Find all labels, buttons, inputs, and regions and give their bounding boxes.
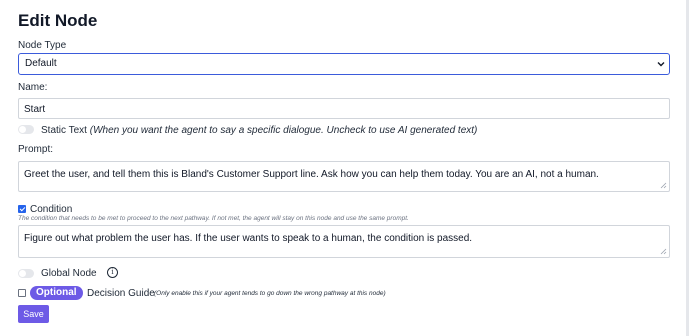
global-node-toggle[interactable] (18, 269, 34, 278)
static-text-toggle[interactable] (18, 125, 34, 134)
condition-hint: The condition that needs to be met to pr… (18, 215, 409, 222)
condition-textarea[interactable]: Figure out what problem the user has. If… (18, 225, 670, 258)
name-label: Name: (18, 82, 48, 93)
global-node-label: Global Node (41, 268, 97, 279)
static-text-row: Static Text (When you want the agent to … (41, 125, 477, 136)
name-value: Start (24, 104, 46, 115)
resize-handle-icon[interactable] (660, 182, 667, 189)
decision-guide-label: Decision Guide (87, 288, 155, 299)
node-type-label: Node Type (18, 40, 67, 51)
prompt-textarea[interactable]: Greet the user, and tell them this is Bl… (18, 161, 670, 192)
prompt-label: Prompt: (18, 144, 54, 155)
condition-value: Figure out what problem the user has. If… (24, 233, 473, 244)
resize-handle-icon[interactable] (660, 248, 667, 255)
node-type-value: Default (25, 58, 57, 69)
prompt-value: Greet the user, and tell them this is Bl… (24, 169, 599, 180)
condition-checkbox[interactable] (18, 205, 26, 213)
chevron-down-icon (657, 62, 665, 67)
condition-label: Condition (30, 204, 73, 215)
page-title: Edit Node (18, 11, 98, 30)
static-text-label: Static Text (41, 125, 87, 136)
node-type-select[interactable]: Default (18, 53, 670, 75)
decision-guide-checkbox[interactable] (18, 289, 26, 297)
optional-badge: Optional (30, 286, 83, 300)
decision-guide-hint: (Only enable this if your agent tends to… (154, 290, 386, 297)
static-text-hint: (When you want the agent to say a specif… (89, 125, 478, 136)
save-button[interactable]: Save (18, 305, 49, 323)
info-icon[interactable]: i (107, 267, 118, 278)
name-input[interactable]: Start (18, 98, 670, 119)
